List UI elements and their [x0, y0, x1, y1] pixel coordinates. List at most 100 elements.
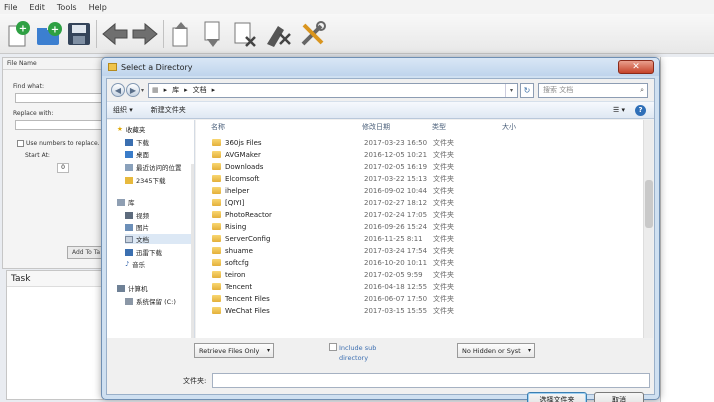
new-file-icon[interactable]: + — [4, 18, 34, 50]
folder-icon — [212, 235, 221, 242]
breadcrumb-library[interactable]: 库 — [172, 85, 179, 95]
folder-icon — [212, 151, 221, 158]
retrieve-files-select[interactable]: Retrieve Files Only ▾ — [194, 343, 274, 358]
start-at-spinner[interactable]: 0 — [57, 163, 69, 173]
menu-help[interactable]: Help — [89, 3, 107, 12]
computer-icon — [117, 284, 125, 292]
library-icon — [117, 198, 125, 206]
folder-icon — [212, 223, 221, 230]
nav-videos[interactable]: 视频 — [125, 210, 149, 220]
view-options-icon[interactable]: ☰ ▾ — [613, 106, 625, 114]
move-up-icon[interactable] — [166, 18, 196, 50]
folder-icon — [108, 63, 117, 71]
nav-pictures[interactable]: 图片 — [125, 222, 149, 232]
right-pane — [660, 57, 714, 402]
menu-tools[interactable]: Tools — [57, 3, 77, 12]
list-item[interactable]: shuame 2017-03-24 17:54 文件夹 — [196, 245, 616, 257]
task-title: Task — [7, 271, 103, 287]
downloads-folder-icon — [125, 138, 133, 146]
nav-favorites[interactable]: ★ 收藏夹 — [117, 124, 145, 134]
list-item[interactable]: Rising 2016-09-26 15:24 文件夹 — [196, 221, 616, 233]
folder-icon — [212, 259, 221, 266]
new-folder-button[interactable]: 新建文件夹 — [151, 105, 186, 115]
history-dropdown-icon[interactable]: ▾ — [141, 87, 144, 94]
list-item[interactable]: teiron 2017-02-05 9:59 文件夹 — [196, 269, 616, 281]
nav-scrollbar[interactable] — [191, 164, 194, 338]
folder-name-input[interactable] — [212, 373, 650, 388]
star-icon: ★ — [117, 125, 123, 133]
list-item[interactable]: Tencent 2016-04-18 12:55 文件夹 — [196, 281, 616, 293]
list-item[interactable]: Downloads 2017-02-05 16:19 文件夹 — [196, 161, 616, 173]
move-down-icon[interactable] — [198, 18, 228, 50]
list-item[interactable]: softcfg 2016-10-20 10:11 文件夹 — [196, 257, 616, 269]
column-header-date[interactable]: 修改日期 — [362, 122, 390, 134]
column-header-size[interactable]: 大小 — [502, 122, 516, 134]
clear-list-icon[interactable] — [263, 18, 293, 50]
dialog-titlebar[interactable]: Select a Directory — [102, 58, 659, 76]
tools-icon[interactable] — [298, 18, 328, 50]
documents-library-icon — [125, 235, 133, 243]
nav-2345-downloads[interactable]: 2345下载 — [125, 175, 166, 185]
hidden-files-select[interactable]: No Hidden or Syst ▾ — [457, 343, 535, 358]
list-item[interactable]: AVGMaker 2016-12-05 10:21 文件夹 — [196, 149, 616, 161]
refresh-icon[interactable]: ↻ — [520, 82, 535, 98]
scrollbar-thumb[interactable] — [645, 180, 653, 228]
add-folder-icon[interactable]: + — [34, 18, 64, 50]
nav-desktop[interactable]: 桌面 — [125, 149, 149, 159]
nav-computer[interactable]: 计算机 — [117, 283, 148, 293]
list-item[interactable]: PhotoReactor 2017-02-24 17:05 文件夹 — [196, 209, 616, 221]
select-folder-button[interactable]: 选择文件夹 — [527, 392, 587, 402]
organize-menu[interactable]: 组织 ▾ — [113, 105, 133, 115]
include-subdirectory-label: Include sub directory — [339, 344, 377, 362]
nav-thunder-downloads[interactable]: 迅雷下载 — [125, 247, 162, 257]
dialog-title: Select a Directory — [121, 62, 193, 72]
close-button[interactable]: ✕ — [618, 60, 654, 74]
use-numbers-checkbox[interactable] — [17, 140, 24, 147]
arrow-right-icon[interactable] — [130, 18, 160, 50]
nav-documents[interactable]: 文档 — [125, 234, 191, 244]
breadcrumb-separator-icon: ▸ — [184, 86, 188, 94]
column-header-type[interactable]: 类型 — [432, 122, 446, 134]
replace-with-input[interactable] — [15, 120, 107, 130]
desktop-icon — [125, 150, 133, 158]
search-icon: ⌕ — [640, 85, 645, 94]
address-dropdown-icon[interactable]: ▾ — [505, 83, 517, 97]
command-bar: 组织 ▾ 新建文件夹 ☰ ▾ ? — [107, 101, 654, 119]
menu-file[interactable]: File — [4, 3, 17, 12]
arrow-left-icon[interactable] — [100, 18, 130, 50]
find-what-label: Find what: — [13, 83, 44, 90]
remove-file-icon[interactable] — [230, 18, 260, 50]
forward-icon[interactable]: ▶ — [126, 83, 140, 97]
list-item[interactable]: [QIYI] 2017-02-27 18:12 文件夹 — [196, 197, 616, 209]
list-item[interactable]: WeChat Files 2017-03-15 15:55 文件夹 — [196, 305, 616, 317]
breadcrumb-documents[interactable]: 文档 — [193, 85, 207, 95]
list-item[interactable]: Elcomsoft 2017-03-22 15:13 文件夹 — [196, 173, 616, 185]
search-input[interactable]: 搜索 文档 ⌕ — [538, 82, 649, 98]
nav-libraries[interactable]: 库 — [117, 197, 135, 207]
menu-edit[interactable]: Edit — [29, 3, 45, 12]
nav-music[interactable]: ♪ 音乐 — [125, 259, 145, 269]
address-bar[interactable]: ▦ ▸ 库 ▸ 文档 ▸ ▾ — [148, 82, 519, 98]
nav-system-drive[interactable]: 系统保留 (C:) — [125, 296, 176, 306]
list-item[interactable]: ihelper 2016-09-02 10:44 文件夹 — [196, 185, 616, 197]
find-what-input[interactable] — [15, 93, 107, 103]
column-header-name[interactable]: 名称 — [211, 122, 225, 134]
folder-icon — [212, 211, 221, 218]
video-library-icon — [125, 211, 133, 219]
back-icon[interactable]: ◀ — [111, 83, 125, 97]
list-item[interactable]: ServerConfig 2016-11-25 8:11 文件夹 — [196, 233, 616, 245]
save-icon[interactable] — [64, 18, 94, 50]
file-list-scrollbar[interactable] — [643, 120, 653, 338]
nav-recent[interactable]: 最近访问的位置 — [125, 162, 182, 172]
cancel-button[interactable]: 取消 — [594, 392, 644, 402]
include-subdirectory-checkbox[interactable] — [329, 343, 337, 351]
task-pane: Task — [6, 270, 104, 400]
dialog-body: ◀ ▶ ▾ ▦ ▸ 库 ▸ 文档 ▸ ▾ ↻ 搜索 文档 ⌕ 组织 ▾ 新建文件… — [106, 78, 655, 402]
nav-downloads[interactable]: 下载 — [125, 137, 149, 147]
help-icon[interactable]: ? — [635, 104, 646, 116]
list-item[interactable]: Tencent Files 2016-06-07 17:50 文件夹 — [196, 293, 616, 305]
recent-places-icon — [125, 163, 133, 171]
list-item[interactable]: 360js Files 2017-03-23 16:50 文件夹 — [196, 137, 616, 149]
search-placeholder: 搜索 文档 — [543, 86, 574, 94]
library-location-icon: ▦ — [152, 86, 159, 94]
